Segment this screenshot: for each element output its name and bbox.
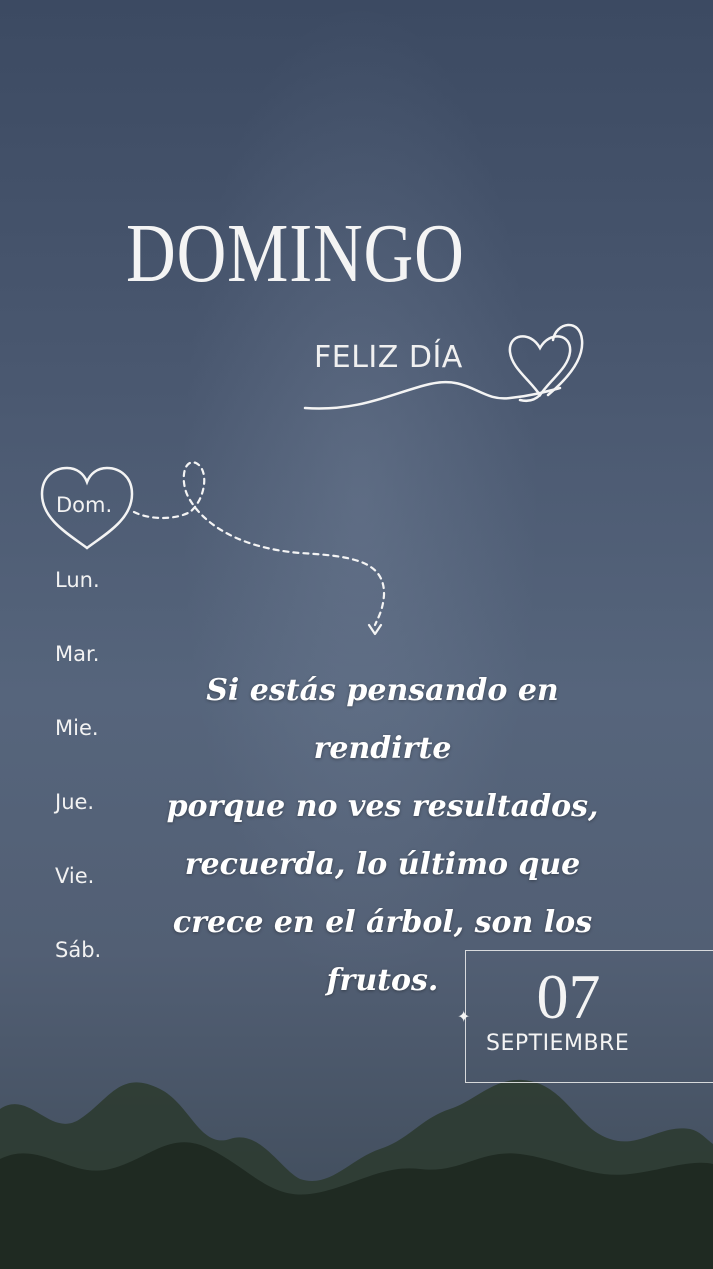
page-title: DOMINGO	[126, 207, 465, 300]
quote-line: crece en el árbol, son los	[172, 905, 593, 940]
day-vie: Vie.	[55, 864, 95, 888]
underline-swash	[303, 381, 562, 410]
quote-line: Si estás pensando en rendirte	[206, 673, 559, 766]
day-dom: Dom.	[56, 493, 113, 517]
quote-line: porque no ves resultados,	[166, 789, 599, 824]
day-mie: Mie.	[55, 716, 99, 740]
day-mar: Mar.	[55, 642, 100, 666]
double-heart-icon	[508, 323, 584, 403]
subtitle: FELIZ DÍA	[314, 340, 463, 375]
dashed-arrow-icon	[132, 461, 386, 627]
day-jue: Jue.	[55, 790, 95, 814]
date-month: SEPTIEMBRE	[486, 1031, 630, 1056]
day-lun: Lun.	[55, 568, 100, 592]
sparkle-icon: ✦	[457, 1009, 471, 1026]
quote-line: recuerda, lo último que	[184, 847, 581, 882]
date-box: 07 SEPTIEMBRE	[465, 950, 713, 1083]
day-sab: Sáb.	[55, 938, 102, 962]
date-day: 07	[536, 961, 601, 1032]
